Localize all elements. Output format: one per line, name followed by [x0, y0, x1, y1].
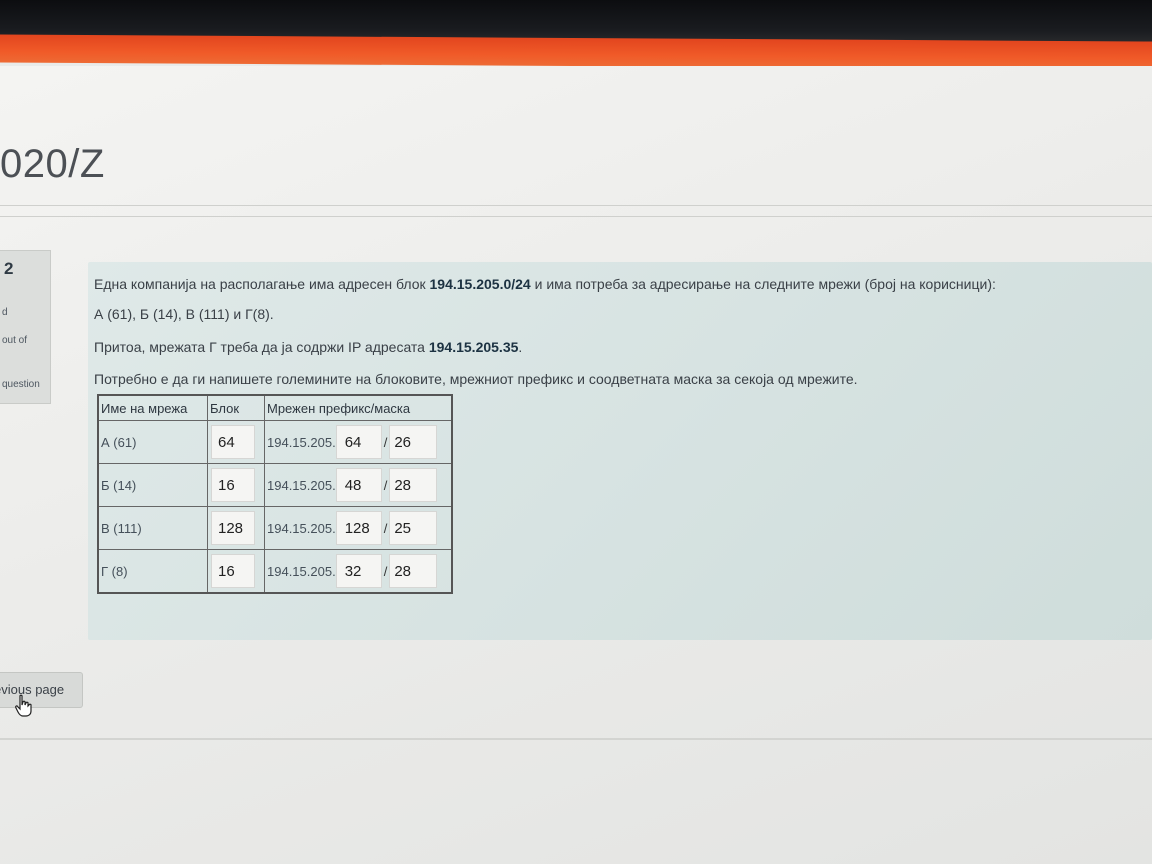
question-paragraph: А (61), Б (14), В (111) и Г(8). — [94, 306, 274, 322]
table-header-row: Име на мрежа Блок Мрежен префикс/маска — [97, 394, 453, 421]
slash-separator: / — [383, 563, 388, 579]
block-size-input[interactable]: 64 — [211, 425, 255, 459]
prefix-text: 194.15.205. — [267, 520, 336, 536]
column-header: Име на мрежа — [97, 394, 208, 421]
block-size-input[interactable]: 128 — [211, 511, 255, 545]
prefix-cell: 194.15.205. 32/28 — [264, 549, 453, 594]
block-cell: 128 — [207, 506, 265, 550]
prefix-cell: 194.15.205. 128/25 — [264, 506, 453, 550]
divider — [0, 216, 1152, 217]
network-name: Г (8) — [97, 549, 208, 594]
block-cell: 16 — [207, 549, 265, 594]
block-cell: 64 — [207, 420, 265, 464]
table-row: В (111) 128 194.15.205. 128/25 — [97, 506, 453, 550]
networks-table: Име на мрежа Блок Мрежен префикс/маска А… — [97, 394, 453, 594]
prefix-input[interactable]: 64 — [335, 425, 382, 459]
hand-cursor-icon — [15, 694, 32, 717]
slash-separator: / — [383, 434, 388, 450]
network-name: Б (14) — [97, 463, 208, 507]
prefix-input[interactable]: 128 — [335, 511, 382, 545]
prefix-input[interactable]: 32 — [335, 554, 382, 588]
divider — [0, 205, 1152, 206]
column-header: Блок — [207, 394, 265, 421]
network-name: В (111) — [97, 506, 208, 550]
slash-separator: / — [383, 520, 388, 536]
question-paragraph: Една компанија на располагање има адресе… — [94, 276, 996, 292]
block-size-input[interactable]: 16 — [211, 554, 255, 588]
mask-input[interactable]: 25 — [389, 511, 438, 545]
site-header-bar — [0, 34, 1152, 70]
question-paragraph: Потребно е да ги напишете големините на … — [94, 371, 858, 387]
question-status: d — [2, 307, 8, 318]
question-marks: out of — [2, 335, 28, 346]
table-row: Г (8) 16 194.15.205. 32/28 — [97, 549, 453, 594]
mask-input[interactable]: 28 — [389, 468, 438, 502]
page-title: 020/Z — [0, 142, 105, 186]
prefix-input[interactable]: 48 — [335, 468, 382, 502]
prefix-text: 194.15.205. — [267, 434, 336, 450]
network-name: А (61) — [97, 420, 208, 464]
slash-separator: / — [383, 477, 388, 493]
divider — [0, 738, 1152, 740]
block-cell: 16 — [207, 463, 265, 507]
question-info-panel: 2 d out of question — [0, 250, 51, 404]
prefix-cell: 194.15.205. 64/26 — [264, 420, 453, 464]
block-size-input[interactable]: 16 — [211, 468, 255, 502]
prefix-cell: 194.15.205. 48/28 — [264, 463, 453, 507]
column-header: Мрежен префикс/маска — [264, 394, 453, 421]
prefix-text: 194.15.205. — [267, 563, 336, 579]
mask-input[interactable]: 28 — [389, 554, 438, 588]
previous-page-button[interactable]: evious page — [0, 672, 83, 708]
question-number: 2 — [4, 259, 14, 278]
table-row: Б (14) 16 194.15.205. 48/28 — [97, 463, 453, 507]
table-row: А (61) 64 194.15.205. 64/26 — [97, 420, 453, 464]
question-paragraph: Притоа, мрежата Г треба да ја содржи IP … — [94, 339, 523, 355]
prefix-text: 194.15.205. — [267, 477, 336, 493]
mask-input[interactable]: 26 — [389, 425, 438, 459]
flag-question-link[interactable]: question — [2, 379, 40, 390]
